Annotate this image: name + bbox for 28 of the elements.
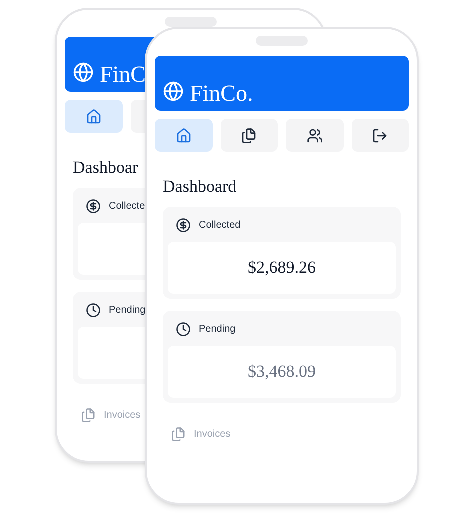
amount-value: $2,689.26 — [248, 257, 316, 280]
home-icon — [176, 128, 192, 144]
logout-icon — [372, 128, 388, 144]
card-label: Collecte — [109, 200, 146, 214]
page-heading: Dashboard — [163, 178, 237, 195]
brand-name: FinCo. — [190, 82, 254, 105]
amount-value: $3,468.09 — [248, 361, 316, 384]
documents-icon — [81, 408, 96, 423]
card-label: Pending — [199, 323, 236, 337]
page-heading: Dashboar — [73, 159, 138, 176]
dollar-icon — [86, 199, 101, 214]
globe-icon — [163, 81, 184, 102]
home-icon — [86, 108, 102, 124]
nav-tab[interactable] — [286, 119, 344, 152]
globe-icon — [73, 62, 94, 83]
invoices-link[interactable]: Invoices — [194, 427, 231, 442]
nav-tab[interactable] — [220, 119, 278, 152]
documents-icon — [171, 427, 186, 442]
users-icon — [306, 128, 323, 144]
card-label: Pending — [109, 304, 146, 318]
clock-icon — [86, 303, 101, 318]
dollar-icon — [176, 218, 191, 233]
invoices-link[interactable]: Invoices — [104, 408, 141, 423]
nav-tab[interactable] — [352, 119, 409, 152]
card-label: Collected — [199, 219, 241, 233]
brand-name: FinC — [100, 63, 146, 86]
clock-icon — [176, 322, 191, 337]
documents-icon — [241, 128, 258, 144]
